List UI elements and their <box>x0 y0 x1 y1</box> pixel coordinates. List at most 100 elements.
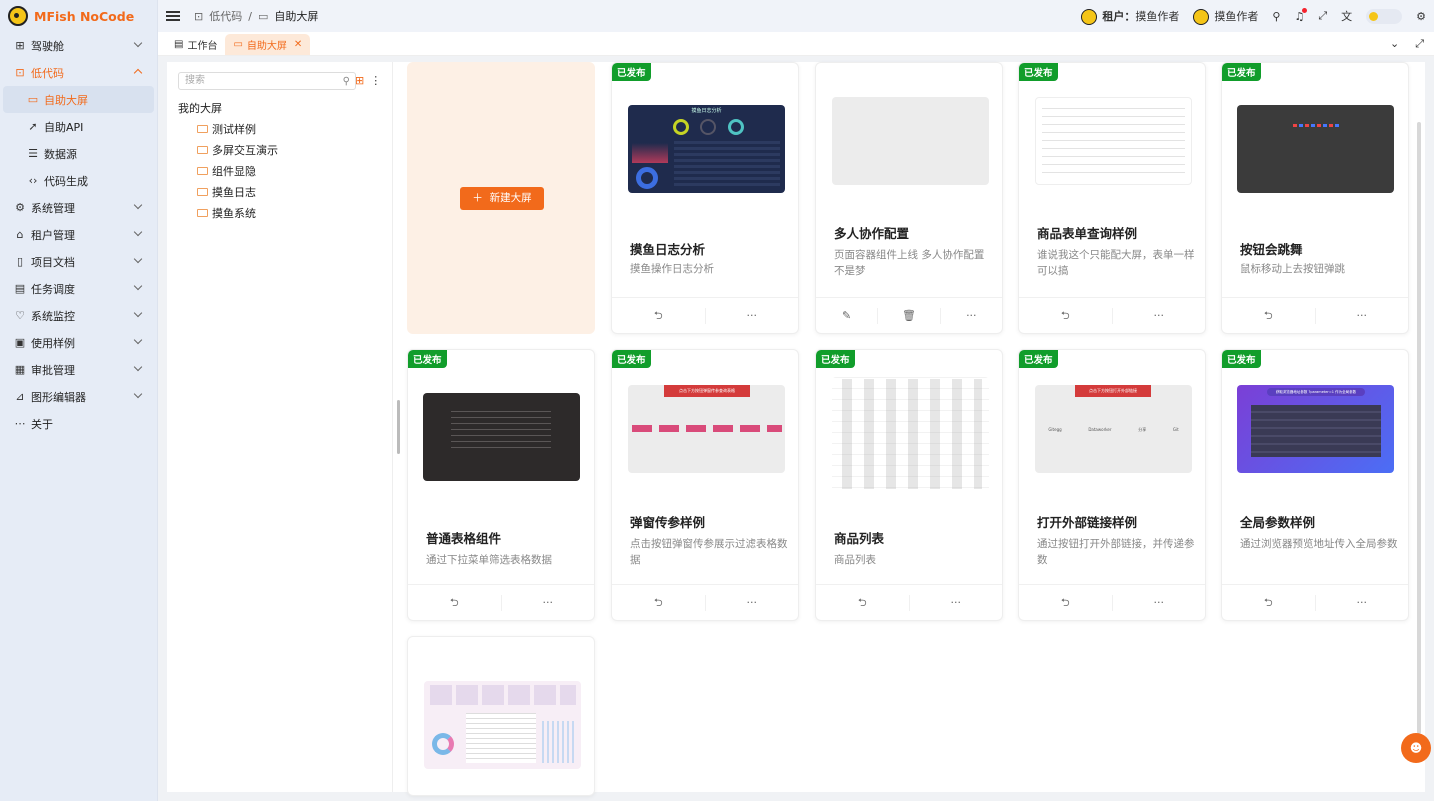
chevron-down-icon <box>133 281 143 291</box>
breadcrumb-current: 自助大屏 <box>274 10 319 23</box>
screen-card[interactable] <box>407 636 595 796</box>
more-icon[interactable]: ··· <box>1113 308 1206 324</box>
chevron-down-icon <box>133 227 143 237</box>
breadcrumb-item[interactable]: 低代码 <box>209 8 242 24</box>
new-screen-button[interactable]: ＋ 新建大屏 <box>460 187 544 210</box>
menu-toggle-icon[interactable] <box>166 11 180 21</box>
tab-self-screen[interactable]: ▭ 自助大屏 ✕ <box>225 34 311 55</box>
sidebar-item-datasource[interactable]: ☰ 数据源 <box>0 140 157 167</box>
sidebar-item-cockpit[interactable]: ⊞ 驾驶舱 <box>0 32 157 59</box>
delete-icon[interactable]: 🗑 <box>878 307 941 324</box>
code-icon: ‹› <box>28 174 38 187</box>
sidebar-item-lowcode[interactable]: ⊡ 低代码 <box>0 59 157 86</box>
gear-icon[interactable]: ⚙ <box>1416 10 1426 23</box>
tab-bar: ▤ 工作台 ▭ 自助大屏 ✕ ⌄ ⤢ <box>158 32 1434 56</box>
unpublish-icon[interactable]: ⮌ <box>408 594 502 611</box>
tree-root[interactable]: 我的大屏 <box>178 100 222 116</box>
folder-icon <box>197 125 208 133</box>
screen-card[interactable]: 摸鱼日志分析 已发布 摸鱼日志分析 摸鱼操作日志分析 ⮌ ··· <box>611 62 799 334</box>
tree-folder[interactable]: 摸鱼日志 <box>197 184 256 200</box>
screen-card[interactable]: 点击下方按钮弹窗传参查询表格 已发布 弹窗传参样例 点击按钮弹窗传参展示过滤表格… <box>611 349 799 621</box>
sidebar-item-tenant[interactable]: ⌂ 租户管理 <box>0 221 157 248</box>
more-icon[interactable]: ··· <box>1316 595 1409 611</box>
tab-workbench[interactable]: ▤ 工作台 <box>166 34 225 55</box>
more-icon[interactable]: ··· <box>1113 595 1206 611</box>
unpublish-icon[interactable]: ⮌ <box>1019 307 1113 324</box>
screen-card[interactable]: 已发布 普通表格组件 通过下拉菜单筛选表格数据 ⮌ ··· <box>407 349 595 621</box>
about-icon: ⋯ <box>14 417 26 430</box>
sidebar-item-graph-editor[interactable]: ⊿ 图形编辑器 <box>0 383 157 410</box>
sidebar-item-monitor[interactable]: ♡ 系统监控 <box>0 302 157 329</box>
user-menu[interactable]: 摸鱼作者 <box>1193 8 1258 25</box>
tree-folder-label: 组件显隐 <box>212 165 256 178</box>
more-icon[interactable]: ··· <box>941 308 1002 324</box>
card-desc: 点击按钮弹窗传参展示过滤表格数据 <box>630 538 788 566</box>
notification-dot <box>1302 7 1308 13</box>
more-icon[interactable]: ··· <box>706 308 799 324</box>
published-badge: 已发布 <box>408 350 447 368</box>
translate-icon[interactable]: 文 <box>1341 8 1352 24</box>
published-badge: 已发布 <box>1222 350 1261 368</box>
search-icon[interactable]: ⚲ <box>1272 10 1280 23</box>
tree-folder[interactable]: 多屏交互演示 <box>197 142 278 158</box>
app-logo[interactable]: MFish NoCode <box>0 0 157 32</box>
scrollbar[interactable] <box>1417 122 1421 734</box>
search-placeholder: 搜索 <box>185 75 205 86</box>
sidebar-item-self-api[interactable]: ➚ 自助API <box>0 113 157 140</box>
gear-icon: ⚙ <box>15 201 25 214</box>
screen-card[interactable]: 点击下方按钮打开外部链接 Gitegg Dataworker 分享 Git 已发… <box>1018 349 1206 621</box>
screen-thumbnail <box>424 681 581 769</box>
more-vertical-icon[interactable]: ⋮ <box>370 74 381 87</box>
screen-card[interactable]: 获取浏览器地址参数 ?parameter=1 作为全局参数 已发布 全局参数样例… <box>1221 349 1409 621</box>
screen-card[interactable]: 已发布 按钮会跳舞 鼠标移动上去按钮弹跳 ⮌ ··· <box>1221 62 1409 334</box>
sidebar-item-self-screen[interactable]: ▭ 自助大屏 <box>3 86 154 113</box>
tree-folder[interactable]: 组件显隐 <box>197 163 256 179</box>
published-badge: 已发布 <box>612 63 651 81</box>
card-desc: 谁说我这个只能配大屏，表单一样可以搞 <box>1037 249 1195 277</box>
fullscreen-icon[interactable]: ⤢ <box>1318 9 1327 23</box>
sidebar-item-samples[interactable]: ▣ 使用样例 <box>0 329 157 356</box>
unpublish-icon[interactable]: ⮌ <box>816 594 910 611</box>
card-desc: 通过浏览器预览地址传入全局参数 <box>1240 538 1398 550</box>
unpublish-icon[interactable]: ⮌ <box>1019 594 1113 611</box>
screen-card[interactable]: 多人协作配置 页面容器组件上线 多人协作配置不是梦 ✎ 🗑 ··· <box>815 62 1003 334</box>
more-icon[interactable]: ··· <box>910 595 1003 611</box>
book-icon: ▯ <box>16 255 24 268</box>
unpublish-icon[interactable]: ⮌ <box>612 594 706 611</box>
tree-folder[interactable]: 测试样例 <box>197 121 256 137</box>
more-icon[interactable]: ··· <box>502 595 595 611</box>
card-title: 全局参数样例 <box>1240 515 1316 530</box>
sidebar-item-schedule[interactable]: ▤ 任务调度 <box>0 275 157 302</box>
tenant-avatar <box>1081 8 1098 25</box>
expand-icon[interactable]: ⤢ <box>1415 37 1424 51</box>
tenant-switcher[interactable]: 租户：摸鱼作者 <box>1081 8 1179 25</box>
sidebar-item-approval[interactable]: ▦ 审批管理 <box>0 356 157 383</box>
add-folder-icon[interactable]: ⊞ <box>355 74 364 87</box>
unpublish-icon[interactable]: ⮌ <box>612 307 706 324</box>
edit-icon[interactable]: ✎ <box>816 307 879 324</box>
unpublish-icon[interactable]: ⮌ <box>1222 307 1316 324</box>
unpublish-icon[interactable]: ⮌ <box>1222 594 1316 611</box>
sidebar-item-codegen[interactable]: ‹› 代码生成 <box>0 167 157 194</box>
sidebar-item-docs[interactable]: ▯ 项目文档 <box>0 248 157 275</box>
search-icon[interactable]: ⚲ <box>343 74 350 90</box>
thumbnail-link-label: Git <box>1172 427 1179 432</box>
sidebar-item-system[interactable]: ⚙ 系统管理 <box>0 194 157 221</box>
chevron-down-icon[interactable]: ⌄ <box>1390 37 1399 51</box>
app-name: MFish NoCode <box>34 8 135 24</box>
more-icon[interactable]: ··· <box>706 595 799 611</box>
bell-icon[interactable]: ♫ <box>1294 7 1308 23</box>
chevron-down-icon <box>133 308 143 318</box>
card-title: 弹窗传参样例 <box>630 515 706 530</box>
screen-card[interactable]: 已发布 商品列表 商品列表 ⮌ ··· <box>815 349 1003 621</box>
screen-card[interactable]: 已发布 商品表单查询样例 谁说我这个只能配大屏，表单一样可以搞 ⮌ ··· <box>1018 62 1206 334</box>
resize-handle[interactable] <box>397 400 400 454</box>
theme-toggle[interactable] <box>1366 8 1403 24</box>
tree-folder[interactable]: 摸鱼系统 <box>197 205 256 221</box>
close-icon[interactable]: ✕ <box>294 39 302 50</box>
sidebar-item-about[interactable]: ⋯ 关于 <box>0 410 157 437</box>
assistant-float-button[interactable]: ☻ <box>1401 733 1431 763</box>
tree-search-input[interactable]: 搜索 ⚲ <box>178 72 356 90</box>
more-icon[interactable]: ··· <box>1316 308 1409 324</box>
card-desc: 页面容器组件上线 多人协作配置不是梦 <box>834 249 985 277</box>
